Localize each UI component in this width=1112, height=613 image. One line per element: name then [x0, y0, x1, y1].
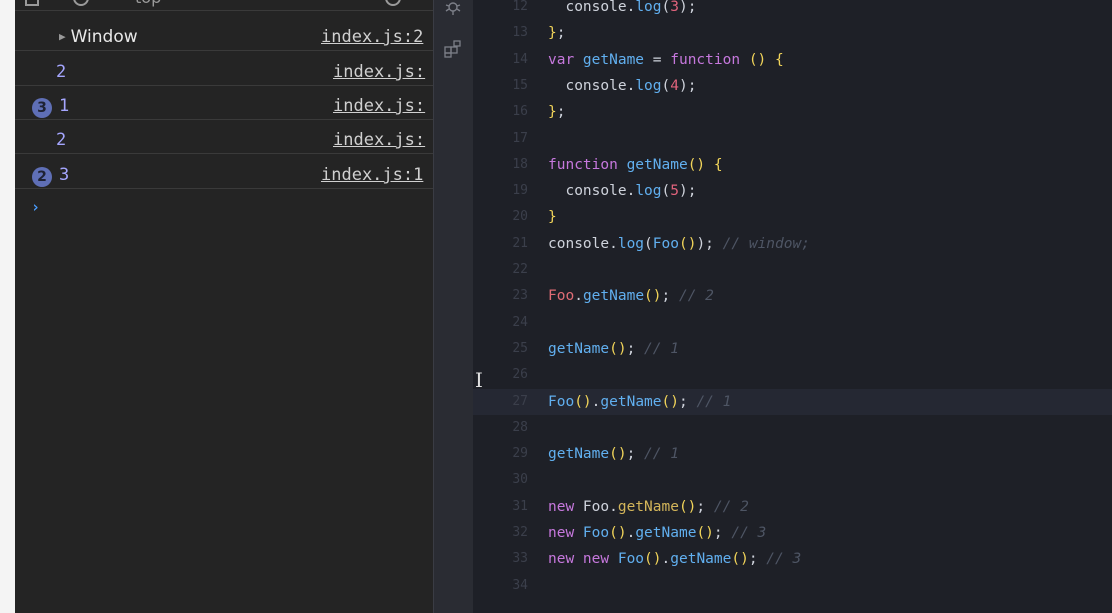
code-line[interactable]: 16}; [473, 99, 1112, 125]
line-number: 13 [512, 25, 528, 41]
code-text: } [548, 209, 557, 226]
code-line[interactable]: 22 [473, 257, 1112, 283]
code-text: console.log(5); [548, 183, 697, 200]
window-edge [0, 0, 15, 613]
repeat-count-badge: 3 [32, 98, 52, 118]
code-line[interactable]: 29 getName(); // 1 [473, 441, 1112, 467]
line-number: 15 [512, 77, 528, 93]
console-value: 2 [56, 130, 67, 150]
code-line[interactable]: 26 [473, 362, 1112, 388]
code-line[interactable]: 33 new new Foo().getName(); // 3 [473, 546, 1112, 572]
line-number: 24 [512, 314, 528, 330]
code-line[interactable]: 28 [473, 415, 1112, 441]
console-row: 2 index.js: [15, 128, 433, 154]
clear-console-icon[interactable] [73, 0, 89, 6]
bug-icon[interactable] [444, 0, 462, 22]
code-text: var getName = function () { [548, 51, 784, 68]
line-number: 16 [512, 104, 528, 120]
context-selector[interactable]: top [135, 0, 161, 7]
code-line[interactable]: 14 var getName = function () { [473, 47, 1112, 73]
code-editor[interactable]: 12 console.log(3); 13}; 14 var getName = fu… [473, 0, 1112, 613]
line-number: 22 [512, 262, 528, 277]
code-line[interactable]: 34 [473, 573, 1112, 599]
console-row: 3 1 index.js: [15, 94, 433, 120]
line-number: 31 [512, 498, 528, 514]
line-number: 21 [512, 235, 528, 251]
source-link[interactable]: index.js: [333, 96, 425, 116]
code-line[interactable]: 24 [473, 310, 1112, 336]
line-number: 19 [512, 183, 528, 199]
console-value: 1 [59, 96, 70, 116]
line-number: 33 [512, 551, 528, 567]
line-number: 27 [512, 393, 528, 409]
code-line[interactable]: 13}; [473, 20, 1112, 46]
code-text: Foo.getName(); // 2 [548, 288, 714, 305]
line-number: 32 [512, 525, 528, 540]
code-line[interactable]: 27 Foo().getName(); // 1 [473, 388, 1112, 415]
source-link[interactable]: index.js:2 [321, 27, 423, 47]
code-line[interactable]: 15 console.log(4); [473, 73, 1112, 99]
code-text: }; [548, 25, 566, 42]
extensions-icon[interactable] [444, 40, 462, 62]
code-text: getName(); // 1 [548, 340, 679, 357]
console-row: 2 index.js: [15, 60, 433, 86]
line-number: 25 [512, 340, 528, 356]
console-row: 2 3 index.js:1 [15, 163, 433, 189]
source-link[interactable]: index.js:1 [321, 165, 423, 185]
code-text: new new Foo().getName(); // 3 [548, 551, 802, 568]
code-text: new Foo.getName(); // 2 [548, 498, 749, 515]
line-number: 34 [512, 577, 528, 593]
code-line[interactable]: 20} [473, 204, 1112, 230]
sidebar-toggle-icon[interactable] [25, 0, 39, 6]
code-text: }; [548, 104, 566, 121]
code-text: new Foo().getName(); // 3 [548, 525, 767, 541]
line-number: 26 [512, 367, 528, 383]
console-value: 2 [56, 62, 67, 82]
text-cursor-icon: I [475, 368, 483, 392]
line-number: 17 [512, 130, 528, 146]
console-value: 3 [59, 165, 70, 185]
code-line[interactable]: 31 new Foo.getName(); // 2 [473, 494, 1112, 520]
settings-icon[interactable] [385, 0, 401, 6]
line-number: 18 [512, 156, 528, 172]
code-text: console.log(Foo()); // window; [548, 235, 810, 252]
code-text: console.log(4); [548, 77, 697, 94]
line-number: 30 [512, 472, 528, 488]
line-number: 12 [512, 0, 528, 14]
code-line[interactable]: 23 Foo.getName(); // 2 [473, 283, 1112, 309]
line-number: 23 [512, 288, 528, 304]
line-number: 14 [512, 51, 528, 67]
activity-bar [433, 0, 474, 613]
console-row[interactable]: ▶ Window index.js:2 [15, 25, 433, 51]
line-number: 28 [512, 419, 528, 435]
console-prompt[interactable]: › [31, 198, 40, 216]
code-line[interactable]: 25 getName(); // 1 [473, 336, 1112, 362]
code-text: function getName() { [548, 156, 723, 173]
console-value: Window [70, 27, 138, 47]
source-link[interactable]: index.js: [333, 62, 425, 82]
devtools-console: top ▶Window index.js:2 2 index.js: 3 1 i… [15, 0, 433, 613]
code-line[interactable]: 19 console.log(5); [473, 178, 1112, 204]
source-link[interactable]: index.js: [333, 130, 425, 150]
line-number: 29 [512, 446, 528, 462]
code-line[interactable]: 18 function getName() { [473, 152, 1112, 178]
code-line[interactable]: 21 console.log(Foo()); // window; [473, 231, 1112, 257]
code-line[interactable]: 12 console.log(3); [473, 0, 1112, 20]
code-line[interactable]: 17 [473, 126, 1112, 152]
code-text: getName(); // 1 [548, 446, 679, 463]
expand-triangle-icon[interactable]: ▶ [59, 30, 66, 43]
code-text: console.log(3); [548, 0, 697, 15]
code-line[interactable]: 30 [473, 467, 1112, 493]
code-text: Foo().getName(); // 1 [548, 393, 732, 410]
line-number: 20 [512, 209, 528, 225]
code-line[interactable]: 32 new Foo().getName(); // 3 [473, 520, 1112, 546]
console-toolbar: top [15, 0, 433, 11]
repeat-count-badge: 2 [32, 167, 52, 187]
